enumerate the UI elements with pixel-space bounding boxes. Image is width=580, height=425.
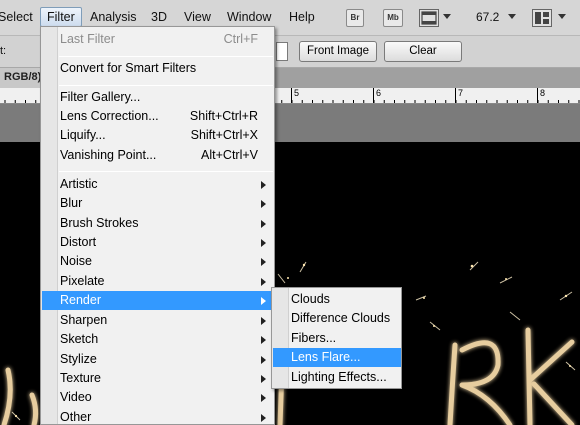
chevron-down-icon[interactable] bbox=[443, 14, 451, 19]
render-submenu: Clouds Difference Clouds Fibers... Lens … bbox=[271, 287, 402, 389]
menu-item-convert-smart-filters[interactable]: Convert for Smart Filters bbox=[42, 59, 274, 78]
menu-item-liquify[interactable]: Liquify... Shift+Ctrl+X bbox=[42, 126, 274, 145]
menu-item-label: Clouds bbox=[291, 292, 330, 306]
options-dropdown[interactable] bbox=[276, 42, 288, 61]
options-field-label: t: bbox=[0, 45, 7, 57]
menu-item-label: Filter Gallery... bbox=[60, 90, 141, 104]
menu-item-artistic[interactable]: Artistic bbox=[42, 175, 274, 194]
menu-item-shortcut: Alt+Ctrl+V bbox=[201, 148, 258, 162]
menu-item-label: Sharpen bbox=[60, 313, 108, 327]
menu-item-label: Fibers... bbox=[291, 331, 337, 345]
menu-item-label: Difference Clouds bbox=[291, 311, 391, 325]
menu-item-video[interactable]: Video bbox=[42, 388, 274, 407]
menu-separator bbox=[59, 171, 273, 172]
ruler-number: 6 bbox=[376, 88, 382, 98]
menu-help[interactable]: Help bbox=[289, 10, 315, 24]
menu-item-texture[interactable]: Texture bbox=[42, 369, 274, 388]
menu-item-other[interactable]: Other bbox=[42, 408, 274, 425]
menu-item-lens-correction[interactable]: Lens Correction... Shift+Ctrl+R bbox=[42, 107, 274, 126]
menu-item-label: Stylize bbox=[60, 352, 97, 366]
menu-item-label: Brush Strokes bbox=[60, 216, 139, 230]
submenu-arrow-icon bbox=[261, 181, 266, 189]
submenu-arrow-icon bbox=[261, 258, 266, 266]
submenu-item-lighting-effects[interactable]: Lighting Effects... bbox=[273, 368, 401, 387]
menu-item-label: Noise bbox=[60, 254, 92, 268]
menu-item-label: Lens Correction... bbox=[60, 109, 159, 123]
menu-item-brush-strokes[interactable]: Brush Strokes bbox=[42, 214, 274, 233]
menu-item-last-filter: Last Filter Ctrl+F bbox=[42, 30, 274, 49]
menu-item-label: Artistic bbox=[60, 177, 98, 191]
submenu-arrow-icon bbox=[261, 297, 266, 305]
menu-filter[interactable]: Filter bbox=[40, 7, 82, 27]
arrange-documents-icon[interactable] bbox=[532, 9, 552, 27]
menu-item-label: Other bbox=[60, 410, 92, 424]
menu-item-stylize[interactable]: Stylize bbox=[42, 350, 274, 369]
menu-item-label: Lens Flare... bbox=[291, 350, 361, 364]
submenu-item-lens-flare[interactable]: Lens Flare... bbox=[273, 348, 401, 367]
menu-item-shortcut: Shift+Ctrl+R bbox=[189, 109, 258, 123]
submenu-arrow-icon bbox=[261, 394, 266, 402]
filter-menu: Last Filter Ctrl+F Convert for Smart Fil… bbox=[40, 26, 275, 425]
submenu-arrow-icon bbox=[261, 317, 266, 325]
submenu-arrow-icon bbox=[261, 200, 266, 208]
menu-item-shortcut: Shift+Ctrl+X bbox=[190, 128, 258, 142]
menu-item-label: Video bbox=[60, 390, 92, 404]
menu-item-label: Render bbox=[60, 293, 101, 307]
submenu-arrow-icon bbox=[261, 239, 266, 247]
menu-item-label: Blur bbox=[60, 196, 83, 210]
document-tab[interactable]: RGB/8) bbox=[0, 68, 46, 88]
zoom-chevron-down-icon[interactable] bbox=[508, 14, 516, 19]
submenu-arrow-icon bbox=[261, 278, 266, 286]
submenu-arrow-icon bbox=[261, 220, 266, 228]
menu-item-pixelate[interactable]: Pixelate bbox=[42, 272, 274, 291]
menu-item-label: Last Filter bbox=[60, 32, 115, 46]
submenu-item-clouds[interactable]: Clouds bbox=[273, 290, 401, 309]
menu-3d[interactable]: 3D bbox=[151, 10, 167, 24]
menu-item-label: Texture bbox=[60, 371, 101, 385]
menu-item-sketch[interactable]: Sketch bbox=[42, 330, 274, 349]
submenu-item-fibers[interactable]: Fibers... bbox=[273, 329, 401, 348]
menu-item-vanishing-point[interactable]: Vanishing Point... Alt+Ctrl+V bbox=[42, 146, 274, 165]
menu-item-render[interactable]: Render bbox=[42, 291, 274, 310]
arrange-chevron-down-icon[interactable] bbox=[558, 14, 566, 19]
submenu-arrow-icon bbox=[261, 375, 266, 383]
menu-item-label: Lighting Effects... bbox=[291, 370, 387, 384]
ruler-number: 7 bbox=[458, 88, 464, 98]
menu-item-shortcut: Ctrl+F bbox=[223, 32, 258, 46]
front-image-button[interactable]: Front Image bbox=[299, 41, 377, 62]
submenu-arrow-icon bbox=[261, 356, 266, 364]
menu-separator bbox=[59, 56, 273, 57]
menu-item-noise[interactable]: Noise bbox=[42, 252, 274, 271]
ruler-number: 5 bbox=[294, 88, 300, 98]
menu-item-label: Pixelate bbox=[60, 274, 105, 288]
submenu-item-difference-clouds[interactable]: Difference Clouds bbox=[273, 309, 401, 328]
submenu-arrow-icon bbox=[261, 414, 266, 422]
mini-bridge-button[interactable]: Mb bbox=[383, 9, 403, 27]
menu-item-sharpen[interactable]: Sharpen bbox=[42, 311, 274, 330]
zoom-level[interactable]: 67.2 bbox=[476, 10, 499, 24]
menu-analysis[interactable]: Analysis bbox=[90, 10, 137, 24]
menu-select[interactable]: Select bbox=[0, 10, 33, 24]
submenu-arrow-icon bbox=[261, 336, 266, 344]
menu-item-blur[interactable]: Blur bbox=[42, 194, 274, 213]
view-extras-icon[interactable] bbox=[419, 9, 439, 27]
menu-item-distort[interactable]: Distort bbox=[42, 233, 274, 252]
menu-separator bbox=[59, 85, 273, 86]
bridge-button[interactable]: Br bbox=[346, 9, 364, 27]
menu-item-label: Sketch bbox=[60, 332, 99, 346]
clear-button[interactable]: Clear bbox=[384, 41, 462, 62]
menu-view[interactable]: View bbox=[184, 10, 211, 24]
menu-item-label: Convert for Smart Filters bbox=[60, 61, 197, 75]
menu-item-filter-gallery[interactable]: Filter Gallery... bbox=[42, 88, 274, 107]
menu-window[interactable]: Window bbox=[227, 10, 271, 24]
ruler-number: 8 bbox=[540, 88, 546, 98]
menu-item-label: Liquify... bbox=[60, 128, 106, 142]
menu-item-label: Distort bbox=[60, 235, 97, 249]
menu-item-label: Vanishing Point... bbox=[60, 148, 157, 162]
